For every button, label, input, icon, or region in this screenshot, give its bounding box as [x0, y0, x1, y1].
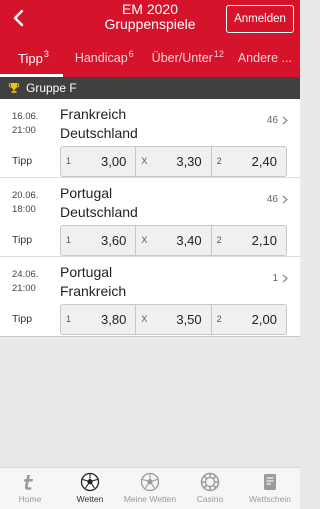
match-time: 21:00: [12, 283, 36, 294]
odd-button-home[interactable]: 1 3,80: [61, 305, 137, 334]
nav-casino[interactable]: Casino: [180, 468, 240, 509]
nav-label: Casino: [196, 494, 224, 504]
match-row[interactable]: 24.06. 21:00 Portugal Frankreich 1 Tipp …: [0, 257, 300, 337]
soccer-ball-icon: [80, 472, 100, 492]
odd-key: 1: [66, 235, 72, 245]
trophy-icon: [8, 83, 20, 93]
bet-type-label: Tipp: [12, 313, 33, 325]
nav-label: Wetten: [76, 494, 104, 504]
nav-label: Meine Wetten: [123, 494, 177, 504]
match-datetime: 24.06. 21:00: [12, 268, 38, 296]
my-bets-icon: [140, 472, 160, 492]
tab-count: 6: [128, 49, 134, 59]
match-list: 16.06. 21:00 Frankreich Deutschland 46 T…: [0, 99, 300, 337]
bottom-nav: Home Wetten Meine Wetten Casino Wettsche…: [0, 467, 300, 509]
odd-value: 2,00: [251, 312, 277, 327]
nav-wetten[interactable]: Wetten: [60, 468, 120, 509]
tab-over-under[interactable]: Über/Unter 12: [144, 44, 232, 77]
tipico-t-icon: [24, 475, 33, 490]
odd-button-away[interactable]: 2 2,40: [212, 147, 286, 176]
odd-value: 3,80: [101, 312, 127, 327]
odd-button-draw[interactable]: X 3,30: [136, 147, 212, 176]
more-markets-link[interactable]: 1: [272, 273, 288, 284]
market-tabs: Tipp 3 Handicap 6 Über/Unter 12 Andere ...: [0, 44, 300, 77]
bet-type-label: Tipp: [12, 234, 33, 246]
match-date: 24.06.: [12, 269, 39, 280]
odd-value: 3,40: [176, 233, 202, 248]
odd-key: X: [141, 314, 148, 324]
odd-key: X: [141, 235, 148, 245]
odd-button-away[interactable]: 2 2,00: [212, 305, 286, 334]
away-team: Deutschland: [60, 204, 138, 220]
odd-key: 1: [66, 314, 72, 324]
bet-slip-icon: [264, 474, 276, 490]
tab-count: 12: [213, 49, 224, 59]
header: EM 2020 Gruppenspiele Anmelden Tipp 3 Han…: [0, 0, 300, 77]
tab-label: Andere ...: [237, 51, 293, 65]
home-team: Portugal: [60, 185, 113, 201]
nav-label: Home: [18, 494, 42, 504]
login-button[interactable]: Anmelden: [226, 5, 294, 33]
market-count: 1: [272, 273, 278, 284]
odd-value: 3,50: [176, 312, 202, 327]
odds-group: 1 3,80 X 3,50 2 2,00: [60, 304, 287, 335]
match-row[interactable]: 20.06. 18:00 Portugal Deutschland 46 Tip…: [0, 178, 300, 257]
nav-meine-wetten[interactable]: Meine Wetten: [120, 468, 180, 509]
match-datetime: 20.06. 18:00: [12, 189, 38, 217]
odd-button-away[interactable]: 2 2,10: [212, 226, 286, 255]
match-teams: Frankreich Deutschland: [60, 105, 138, 143]
match-teams: Portugal Frankreich: [60, 263, 126, 301]
odd-key: 2: [216, 156, 222, 166]
odd-value: 2,10: [251, 233, 277, 248]
group-header: Gruppe F: [0, 77, 300, 99]
match-time: 18:00: [12, 204, 36, 215]
match-teams: Portugal Deutschland: [60, 184, 138, 222]
odd-button-draw[interactable]: X 3,50: [136, 305, 212, 334]
chevron-right-icon: [282, 116, 288, 125]
odd-key: X: [141, 156, 148, 166]
market-count: 46: [266, 115, 278, 126]
odd-button-home[interactable]: 1 3,00: [61, 147, 137, 176]
nav-wettschein[interactable]: Wettschein: [240, 468, 300, 509]
match-row[interactable]: 16.06. 21:00 Frankreich Deutschland 46 T…: [0, 99, 300, 178]
home-team: Frankreich: [60, 106, 127, 122]
more-markets-link[interactable]: 46: [267, 194, 288, 205]
away-team: Deutschland: [60, 125, 138, 141]
tab-count: 3: [43, 49, 49, 59]
market-count: 46: [266, 194, 278, 205]
more-markets-link[interactable]: 46: [267, 115, 288, 126]
tab-label: Tipp: [18, 51, 43, 66]
odds-group: 1 3,00 X 3,30 2 2,40: [60, 146, 287, 177]
tab-label: Handicap: [74, 51, 128, 65]
odd-button-draw[interactable]: X 3,40: [136, 226, 212, 255]
chevron-right-icon: [282, 274, 288, 283]
odd-button-home[interactable]: 1 3,60: [61, 226, 137, 255]
odd-value: 3,60: [101, 233, 127, 248]
odd-key: 2: [216, 235, 222, 245]
odd-key: 1: [66, 156, 72, 166]
odd-value: 2,40: [251, 154, 277, 169]
match-datetime: 16.06. 21:00: [12, 110, 38, 138]
bet-type-label: Tipp: [12, 155, 33, 167]
nav-home[interactable]: Home: [0, 468, 60, 509]
chevron-right-icon: [282, 195, 288, 204]
odds-group: 1 3,60 X 3,40 2 2,10: [60, 225, 287, 256]
odd-key: 2: [216, 314, 222, 324]
tab-label: Über/Unter: [151, 51, 213, 65]
nav-label: Wettschein: [249, 494, 291, 504]
odd-value: 3,30: [176, 154, 202, 169]
match-time: 21:00: [12, 125, 36, 136]
match-date: 20.06.: [12, 190, 39, 201]
tab-handicap[interactable]: Handicap 6: [63, 44, 144, 77]
odd-value: 3,00: [101, 154, 127, 169]
group-label: Gruppe F: [26, 81, 77, 95]
tab-other[interactable]: Andere ...: [232, 44, 298, 77]
away-team: Frankreich: [60, 283, 127, 299]
tab-tipp[interactable]: Tipp 3: [0, 44, 63, 77]
home-team: Portugal: [60, 264, 113, 280]
casino-chip-icon: [200, 472, 220, 492]
match-date: 16.06.: [12, 111, 39, 122]
